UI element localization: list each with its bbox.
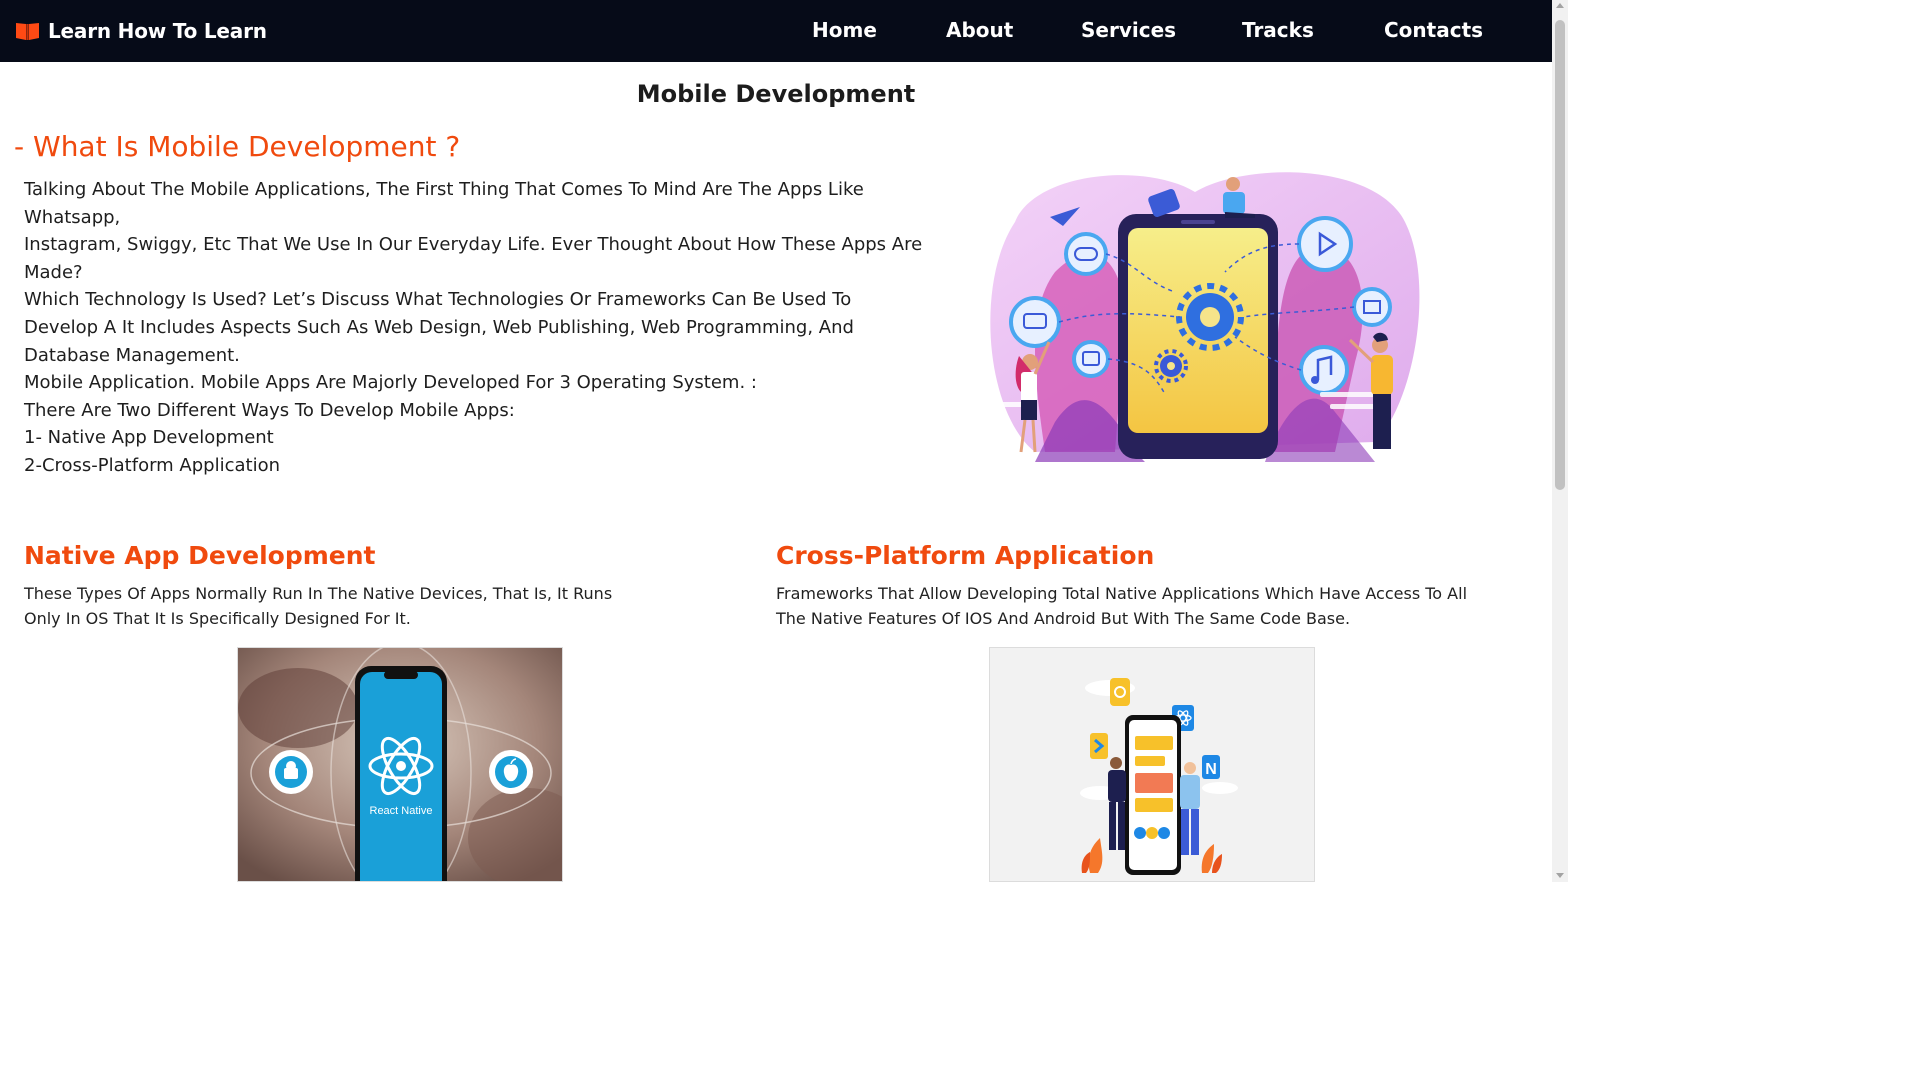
intro-line: Database Management.	[24, 344, 240, 366]
intro-line: Made?	[24, 261, 83, 283]
page-title: Mobile Development	[636, 80, 916, 108]
intro-line: Which Technology Is Used? Let’s Discuss …	[24, 289, 852, 311]
cross-platform-heading: Cross-Platform Application	[776, 541, 1155, 570]
top-navbar: Learn How To Learn Home About Services T…	[0, 0, 1552, 62]
nav-about-link[interactable]: About	[946, 18, 1013, 42]
intro-line: Mobile Application. Mobile Apps Are Majo…	[24, 372, 757, 394]
intro-line: Talking About The Mobile Applications, T…	[24, 179, 864, 200]
nav-tracks-link[interactable]: Tracks	[1242, 18, 1314, 42]
native-app-line: Only In OS That It Is Specifically Desig…	[24, 608, 411, 628]
native-app-heading: Native App Development	[24, 541, 376, 570]
cross-platform-description: Frameworks That Allow Developing Total N…	[776, 582, 1467, 631]
intro-line: 1- Native App Development	[24, 427, 274, 449]
react-native-label: React Native	[370, 805, 433, 817]
cross-platform-illustration: N	[990, 648, 1314, 881]
scroll-down-arrow-icon[interactable]	[1556, 873, 1564, 878]
scrollbar-thumb[interactable]	[1555, 20, 1565, 490]
cross-platform-line: The Native Features Of IOS And Android B…	[776, 608, 1351, 628]
native-app-description: These Types Of Apps Normally Run In The …	[24, 582, 612, 631]
cross-platform-image: N	[989, 647, 1315, 882]
intro-line: Develop A It Includes Aspects Such As We…	[24, 316, 854, 338]
page-scrollbar[interactable]	[1552, 0, 1568, 882]
mobile-development-illustration	[990, 172, 1420, 462]
cross-platform-line: Frameworks That Allow Developing Total N…	[776, 584, 1468, 603]
intro-line: Instagram, Swiggy, Etc That We Use In Ou…	[24, 234, 923, 256]
intro-line: 2-Cross-Platform Application	[24, 454, 280, 476]
native-app-line: These Types Of Apps Normally Run In The …	[24, 584, 613, 603]
scroll-up-arrow-icon[interactable]	[1556, 3, 1564, 8]
intro-paragraph: Talking About The Mobile Applications, T…	[24, 176, 924, 480]
nav-services-link[interactable]: Services	[1081, 18, 1176, 42]
intro-line: Whatsapp,	[24, 206, 121, 228]
nav-contacts-link[interactable]: Contacts	[1384, 18, 1483, 42]
n-letter-icon: N	[1205, 761, 1217, 778]
react-native-image: React Native	[237, 647, 563, 882]
nav-home-link[interactable]: Home	[812, 18, 877, 42]
react-native-phone-illustration: React Native	[238, 648, 562, 881]
nav-menu: Home About Services Tracks Contacts	[0, 0, 1552, 62]
intro-line: There Are Two Different Ways To Develop …	[24, 399, 515, 421]
intro-heading: - What Is Mobile Development ?	[14, 130, 461, 163]
